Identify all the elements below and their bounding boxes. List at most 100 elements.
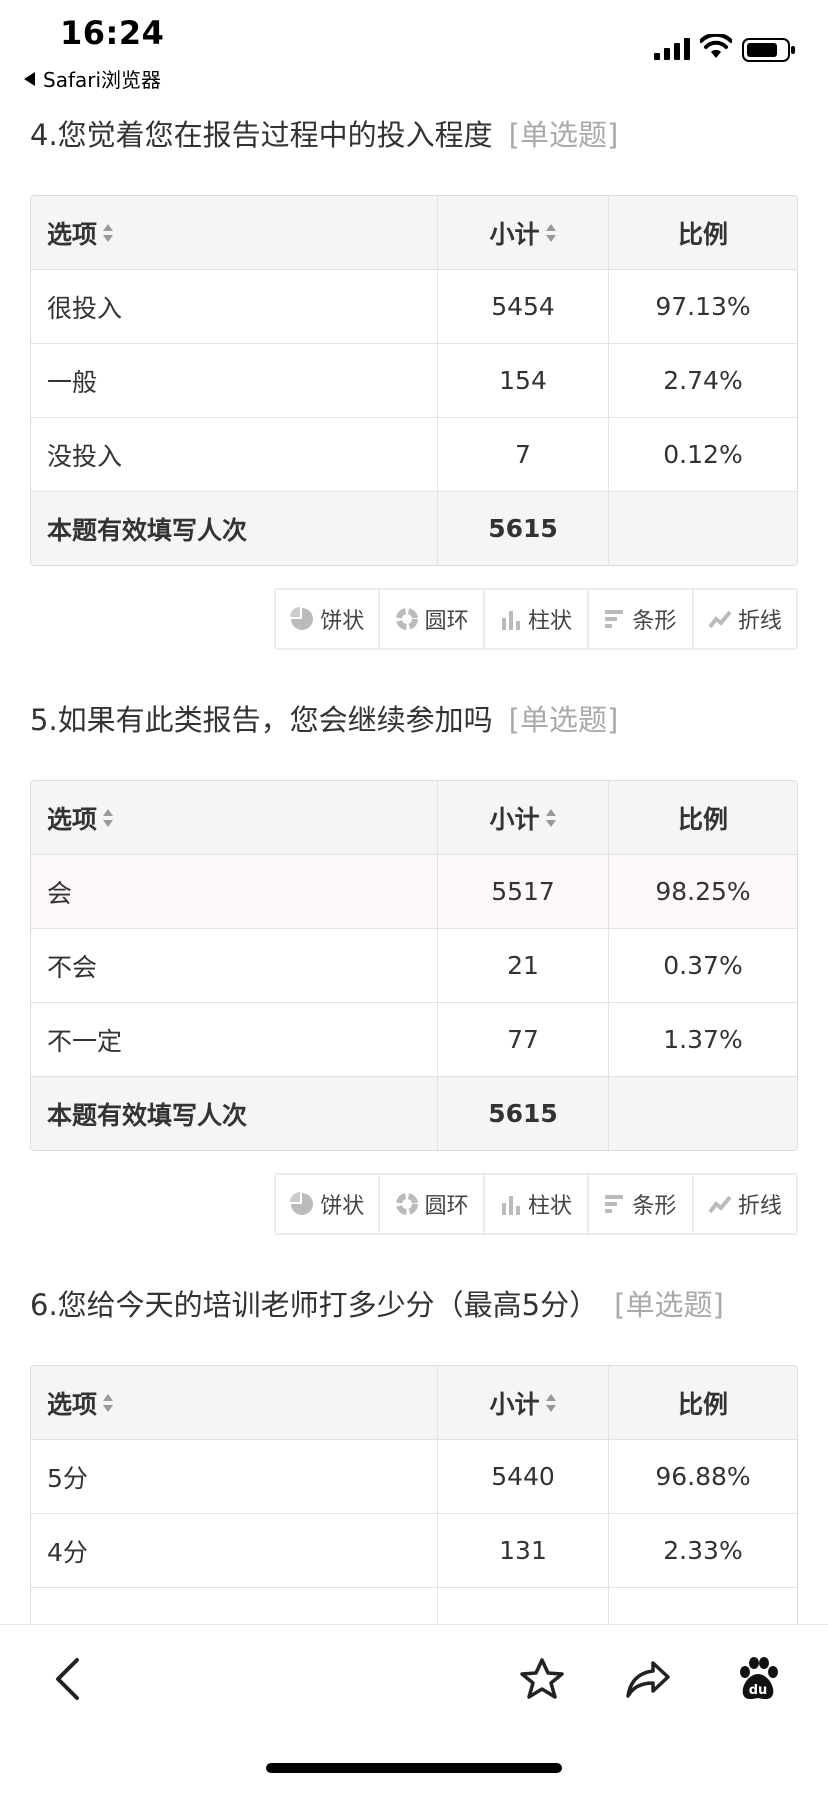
chart-tab-line[interactable]: 折线 [693,1175,797,1233]
option-cell: 没投入 [31,418,438,491]
table-row: 会 5517 98.25% [31,854,797,928]
browser-toolbar: du [0,1624,828,1793]
chart-tab-label: 圆环 [424,1194,469,1219]
count-cell: 77 [438,1003,609,1076]
header-ratio: 比例 [677,219,728,249]
chart-tab-label: 柱状 [528,1194,573,1219]
header-option-label: 选项 [47,219,98,249]
chart-tab-label: 饼状 [320,1194,365,1219]
question-5: 5.如果有此类报告，您会继续参加吗 [单选题] 选项 小计 比例 会 5517 9… [30,696,798,1235]
ratio-cell: 0.37% [663,951,743,980]
chart-tab-label: 饼状 [320,609,365,634]
sort-icon[interactable] [102,1393,114,1412]
chart-tab-pie[interactable]: 饼状 [276,1175,381,1233]
baidu-button[interactable]: du [730,1651,786,1707]
chart-tab-donut[interactable]: 圆环 [380,590,485,648]
chart-tab-bar[interactable]: 条形 [589,1175,694,1233]
header-option-label: 选项 [47,1389,98,1419]
ratio-cell: 97.13% [655,292,751,321]
sort-icon[interactable] [545,808,557,827]
total-label: 本题有效填写人次 [31,1077,438,1150]
table-row: 4分 131 2.33% [31,1513,797,1587]
chart-tab-label: 圆环 [424,609,469,634]
table-header: 选项 小计 比例 [31,1366,797,1439]
option-cell: 5分 [31,1440,438,1513]
chart-tab-line[interactable]: 折线 [693,590,797,648]
share-arrow-icon [626,1661,670,1698]
question-title: 4.您觉着您在报告过程中的投入程度 [单选题] [30,111,798,159]
question-6: 6.您给今天的培训老师打多少分（最高5分） [单选题] 选项 小计 比例 5分 5… [30,1281,798,1662]
sort-icon[interactable] [545,223,557,242]
donut-chart-icon [395,1193,418,1215]
battery-icon [742,38,795,62]
chart-tab-pie[interactable]: 饼状 [276,590,381,648]
sort-icon[interactable] [102,223,114,242]
header-count[interactable]: 小计 [438,781,609,854]
table-row: 一般 154 2.74% [31,343,797,417]
option-cell: 不一定 [31,1003,438,1076]
bar-chart-icon [605,1195,624,1213]
count-cell: 21 [438,929,609,1002]
baidu-paw-icon: du [740,1657,778,1700]
count-cell: 5517 [438,855,609,928]
ratio-cell: 2.33% [663,1536,743,1565]
sort-icon[interactable] [545,1393,557,1412]
count-cell: 5454 [438,270,609,343]
cellular-signal-icon [654,38,690,60]
home-indicator[interactable] [266,1763,562,1773]
ratio-cell: 2.74% [663,366,743,395]
chart-tab-column[interactable]: 柱状 [484,590,590,648]
chart-tab-column[interactable]: 柱状 [484,1175,590,1233]
chart-type-switcher: 饼状 圆环 柱状 条形 折线 [274,1173,798,1235]
back-app-label: Safari浏览器 [43,68,162,92]
header-ratio: 比例 [677,804,728,834]
question-4: 4.您觉着您在报告过程中的投入程度 [单选题] 选项 小计 比例 很投入 5454… [30,111,798,650]
column-chart-icon [502,611,520,630]
question-text: 6.您给今天的培训老师打多少分（最高5分） [30,1288,599,1322]
pie-chart-icon [290,1192,314,1215]
results-table: 选项 小计 比例 5分 5440 96.88% 4分 131 2.33% [30,1365,798,1662]
ratio-cell: 96.88% [655,1462,751,1491]
option-cell: 不会 [31,929,438,1002]
header-count[interactable]: 小计 [438,1366,609,1439]
option-cell: 4分 [31,1514,438,1587]
question-text: 5.如果有此类报告，您会继续参加吗 [30,703,493,737]
header-count[interactable]: 小计 [438,196,609,269]
question-type-tag: [单选题] [508,118,619,152]
table-header: 选项 小计 比例 [31,781,797,854]
pie-chart-icon [290,607,314,630]
donut-chart-icon [395,608,418,630]
option-cell: 一般 [31,344,438,417]
question-text: 4.您觉着您在报告过程中的投入程度 [30,118,493,152]
question-type-tag: [单选题] [508,703,619,737]
survey-results: 4.您觉着您在报告过程中的投入程度 [单选题] 选项 小计 比例 很投入 5454… [0,96,828,1662]
back-button[interactable] [40,1651,96,1707]
table-row: 很投入 5454 97.13% [31,269,797,343]
favorite-button[interactable] [514,1651,570,1707]
table-header: 选项 小计 比例 [31,196,797,269]
header-count-label: 小计 [489,219,540,249]
chart-tab-label: 条形 [632,609,677,634]
star-icon [520,1658,564,1699]
results-table: 选项 小计 比例 很投入 5454 97.13% 一般 154 2.74% 没投… [30,195,798,566]
ratio-cell: 1.37% [663,1025,743,1054]
header-option[interactable]: 选项 [31,1366,438,1439]
header-option[interactable]: 选项 [31,196,438,269]
header-count-label: 小计 [489,804,540,834]
chart-tab-label: 条形 [632,1194,677,1219]
share-button[interactable] [620,1651,676,1707]
question-title: 6.您给今天的培训老师打多少分（最高5分） [单选题] [30,1281,798,1329]
table-total-row: 本题有效填写人次 5615 [31,1076,797,1150]
column-chart-icon [502,1196,520,1215]
header-option[interactable]: 选项 [31,781,438,854]
back-to-app-link[interactable]: Safari浏览器 [24,64,161,93]
table-total-row: 本题有效填写人次 5615 [31,491,797,565]
wifi-icon [700,34,732,58]
header-count-label: 小计 [489,1389,540,1419]
chevron-left-icon [56,1658,79,1700]
chart-tab-donut[interactable]: 圆环 [380,1175,485,1233]
count-cell: 131 [438,1514,609,1587]
chart-tab-bar[interactable]: 条形 [589,590,694,648]
sort-icon[interactable] [102,808,114,827]
line-chart-icon [708,610,732,629]
